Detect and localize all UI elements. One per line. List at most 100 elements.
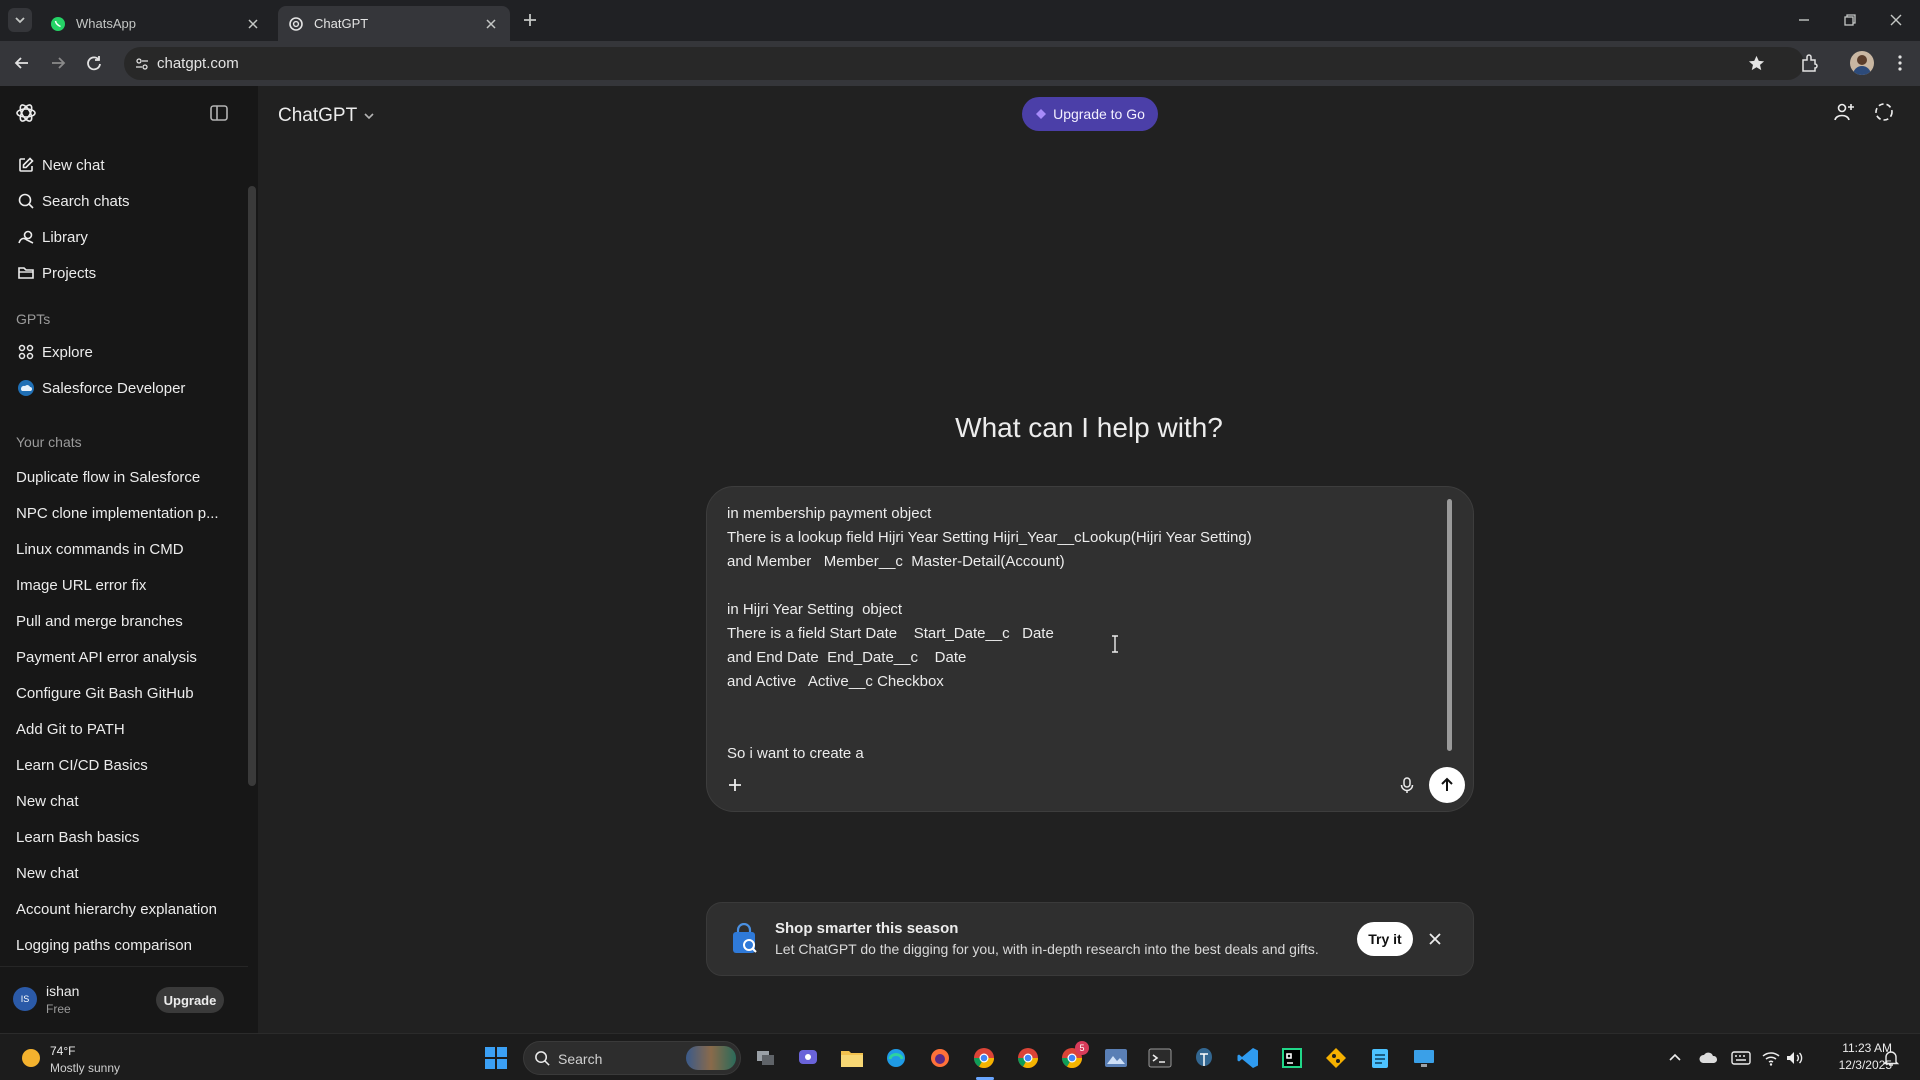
upgrade-button[interactable]: Upgrade	[156, 987, 224, 1013]
chat-history-item[interactable]: Learn Bash basics	[16, 829, 139, 846]
sidebar-item-projects[interactable]: Projects	[0, 256, 248, 290]
sidebar-item-label: Search chats	[42, 192, 130, 210]
prompt-line: and Active Active__c Checkbox	[727, 673, 944, 690]
taskbar-search-box[interactable]: Search	[523, 1041, 741, 1075]
plus-icon	[729, 779, 741, 791]
profile-avatar[interactable]	[1850, 51, 1874, 75]
address-bar[interactable]: chatgpt.com	[124, 47, 1804, 80]
firefox-icon[interactable]	[925, 1043, 955, 1073]
chat-history-item[interactable]: Learn CI/CD Basics	[16, 757, 148, 774]
text-cursor-icon	[1111, 635, 1119, 653]
restore-button[interactable]	[1840, 10, 1860, 30]
chrome-icon-active[interactable]	[969, 1043, 999, 1073]
site-info-icon[interactable]	[134, 56, 150, 72]
sidebar-item-explore[interactable]: Explore	[0, 335, 248, 369]
promo-banner: Shop smarter this season Let ChatGPT do …	[706, 902, 1474, 976]
chat-history-item[interactable]: New chat	[16, 793, 79, 810]
dictate-button[interactable]	[1393, 771, 1421, 799]
kebab-menu-icon	[1898, 55, 1902, 71]
library-icon	[16, 227, 36, 247]
sidebar-item-new-chat[interactable]: New chat	[0, 148, 248, 182]
pycharm-icon[interactable]	[1277, 1043, 1307, 1073]
prompt-line: There is a field Start Date Start_Date__…	[727, 625, 1054, 642]
close-icon[interactable]	[482, 15, 500, 33]
minimize-button[interactable]	[1794, 10, 1814, 30]
clock[interactable]: 11:23 AM 12/3/2025	[1812, 1041, 1892, 1075]
notifications-bell-icon[interactable]	[1882, 1049, 1900, 1067]
user-account-area[interactable]: IS ishan Free Upgrade	[0, 966, 248, 1033]
reload-icon	[87, 56, 101, 71]
browser-menu-button[interactable]	[1890, 53, 1910, 73]
task-view-icon[interactable]	[751, 1043, 781, 1073]
sidebar-item-salesforce-developer[interactable]: Salesforce Developer	[0, 371, 248, 405]
sidebar-toggle-icon	[210, 105, 228, 121]
restore-icon	[1844, 14, 1856, 26]
share-people-button[interactable]	[1832, 100, 1856, 124]
tab-whatsapp[interactable]: WhatsApp	[40, 6, 272, 41]
chat-app-icon[interactable]	[793, 1043, 823, 1073]
git-client-icon[interactable]	[1321, 1043, 1351, 1073]
chat-history-item[interactable]: NPC clone implementation p...	[16, 505, 219, 522]
chat-history-item[interactable]: Image URL error fix	[16, 577, 146, 594]
tab-search-button[interactable]	[8, 8, 32, 32]
vscode-icon[interactable]	[1233, 1043, 1263, 1073]
temporary-chat-button[interactable]	[1872, 100, 1896, 124]
chat-history-item[interactable]: Linux commands in CMD	[16, 541, 184, 558]
prompt-textarea[interactable]: in membership payment object There is a …	[707, 487, 1447, 767]
postgresql-icon[interactable]	[1189, 1043, 1219, 1073]
keyboard-icon[interactable]	[1731, 1049, 1751, 1067]
file-explorer-icon[interactable]	[837, 1043, 867, 1073]
bookmark-star-icon[interactable]	[1747, 54, 1766, 73]
sidebar-item-library[interactable]: Library	[0, 220, 248, 254]
send-button[interactable]	[1429, 767, 1465, 803]
chatgpt-home-logo[interactable]	[14, 101, 38, 125]
chat-history-item[interactable]: Pull and merge branches	[16, 613, 183, 630]
composer[interactable]: in membership payment object There is a …	[706, 486, 1474, 812]
sidebar-item-search-chats[interactable]: Search chats	[0, 184, 248, 218]
volume-icon[interactable]	[1785, 1049, 1805, 1067]
chrome-profile-icon[interactable]: 5	[1057, 1041, 1089, 1073]
window-close-button[interactable]	[1886, 10, 1906, 30]
promo-title: Shop smarter this season	[775, 920, 959, 937]
add-attachment-button[interactable]	[721, 771, 749, 799]
chat-history-item[interactable]: Configure Git Bash GitHub	[16, 685, 194, 702]
upgrade-to-go-button[interactable]: Upgrade to Go	[1022, 97, 1158, 131]
chat-history-item[interactable]: Add Git to PATH	[16, 721, 125, 738]
weather-widget[interactable]: 74°F Mostly sunny	[16, 1039, 156, 1077]
prompt-line: and Member Member__c Master-Detail(Accou…	[727, 553, 1065, 570]
wifi-icon[interactable]	[1761, 1049, 1781, 1067]
edge-browser-icon[interactable]	[881, 1043, 911, 1073]
dismiss-promo-button[interactable]	[1425, 929, 1445, 949]
start-button[interactable]	[481, 1043, 511, 1073]
notepad-icon[interactable]	[1365, 1043, 1395, 1073]
back-button[interactable]	[11, 52, 33, 74]
close-icon[interactable]	[244, 15, 262, 33]
new-tab-button[interactable]	[520, 10, 540, 30]
terminal-icon[interactable]	[1145, 1043, 1175, 1073]
chat-history-item[interactable]: Account hierarchy explanation	[16, 901, 217, 918]
try-it-button[interactable]: Try it	[1357, 922, 1413, 956]
close-sidebar-button[interactable]	[208, 102, 230, 124]
remote-desktop-icon[interactable]	[1409, 1043, 1439, 1073]
sidebar-scrollbar[interactable]	[248, 186, 256, 786]
onedrive-icon[interactable]	[1699, 1049, 1719, 1067]
arrow-left-icon	[14, 57, 28, 69]
prompt-line: So i want to create a	[727, 745, 864, 762]
forward-button[interactable]	[47, 52, 69, 74]
tab-chatgpt[interactable]: ChatGPT	[278, 6, 510, 41]
photos-app-icon[interactable]	[1101, 1043, 1131, 1073]
extensions-button[interactable]	[1798, 51, 1822, 75]
reload-button[interactable]	[83, 52, 105, 74]
composer-scrollbar[interactable]	[1447, 499, 1452, 751]
try-it-label: Try it	[1368, 931, 1402, 947]
sidebar-item-label: Salesforce Developer	[42, 379, 186, 397]
model-selector[interactable]: ChatGPT	[278, 102, 375, 130]
chat-history-item[interactable]: Logging paths comparison	[16, 937, 192, 954]
folder-icon	[16, 263, 36, 283]
chat-history-item[interactable]: New chat	[16, 865, 79, 882]
show-hidden-icons-button[interactable]	[1667, 1050, 1683, 1066]
url-text: chatgpt.com	[157, 55, 239, 72]
chat-history-item[interactable]: Payment API error analysis	[16, 649, 197, 666]
chrome-icon[interactable]	[1013, 1043, 1043, 1073]
chat-history-item[interactable]: Duplicate flow in Salesforce	[16, 469, 200, 486]
